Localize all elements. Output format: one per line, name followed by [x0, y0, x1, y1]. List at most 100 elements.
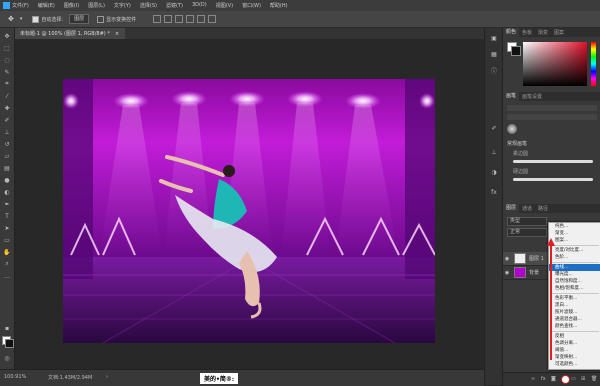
layer-mask-icon[interactable]: ◙: [551, 376, 556, 382]
align-left-icon[interactable]: [186, 15, 195, 23]
panel-icon-strip: ▣ ▦ ⓘ ✐ ⊥ ◑ fx: [484, 28, 503, 385]
color-panel-tabs: 颜色 色板 渐变 图案: [503, 28, 600, 37]
panel-tab[interactable]: 图案: [551, 29, 567, 36]
align-vcenter-icon[interactable]: [164, 15, 173, 23]
document-tab[interactable]: 未标题-1 @ 100% (图层 1, RGB/8#) * ×: [14, 28, 126, 39]
align-right-icon[interactable]: [208, 15, 217, 23]
menu-item[interactable]: 图像(I): [64, 2, 79, 9]
lasso-tool-icon[interactable]: ◌: [3, 56, 11, 64]
adjustments-panel-icon[interactable]: ◑: [490, 168, 498, 176]
panel-tab[interactable]: 画笔: [503, 92, 520, 101]
brush-item[interactable]: 柔边圆: [513, 150, 528, 157]
clone-stamp-tool-icon[interactable]: ⊥: [3, 128, 11, 136]
brush-item[interactable]: 硬边圆: [513, 168, 528, 175]
layers-footer: ∞ fx ◙ ▭ ⊞ 🗑: [503, 372, 600, 386]
panel-tab[interactable]: 色板: [519, 29, 535, 36]
auto-select-checkbox[interactable]: 自动选择:: [32, 15, 63, 23]
tools-panel: ✥ ⬚ ◌ ✎ ⌗ ⁄ ✚ ✐ ⊥ ↺ ▱ ▤ ● ◐ ✒ T ➤ ▭ ✋ ⌕ …: [0, 28, 15, 369]
color-picker-field[interactable]: [523, 42, 587, 86]
move-tool-icon[interactable]: ✥: [8, 15, 14, 23]
link-layers-icon[interactable]: ∞: [531, 376, 535, 382]
eye-icon[interactable]: ◉: [503, 256, 511, 262]
align-hcenter-icon[interactable]: [197, 15, 206, 23]
menu-item[interactable]: 编辑(E): [38, 2, 55, 9]
layer-thumbnail: [514, 267, 526, 278]
pen-tool-icon[interactable]: ✒: [3, 200, 11, 208]
panel-tab[interactable]: 路径: [535, 205, 551, 212]
menu-item[interactable]: 文字(Y): [114, 2, 131, 9]
document-info[interactable]: 文档:1.43M/2.94M: [48, 374, 92, 381]
align-top-icon[interactable]: [153, 15, 162, 23]
styles-panel-icon[interactable]: fx: [490, 188, 498, 196]
new-layer-icon[interactable]: ⊞: [581, 376, 585, 382]
layer-kind-filter[interactable]: 类型: [507, 217, 547, 226]
blur-tool-icon[interactable]: ●: [3, 176, 11, 184]
show-transform-checkbox[interactable]: 显示变换控件: [97, 15, 137, 23]
menu-item[interactable]: 图层(L): [88, 2, 105, 9]
eyedropper-tool-icon[interactable]: ⁄: [3, 92, 11, 100]
hue-slider[interactable]: [591, 42, 596, 86]
zoom-level[interactable]: 100.91%: [4, 374, 26, 380]
move-tool-icon[interactable]: ✥: [3, 32, 11, 40]
background-color-swatch[interactable]: [5, 339, 14, 348]
layer-name: 图层 1: [529, 256, 544, 262]
panel-tab[interactable]: 通道: [519, 205, 535, 212]
healing-brush-tool-icon[interactable]: ✚: [3, 104, 11, 112]
history-panel-icon[interactable]: ▣: [490, 34, 498, 42]
layer-style-icon[interactable]: fx: [541, 376, 546, 382]
close-icon[interactable]: ×: [115, 31, 119, 37]
blend-mode-dropdown[interactable]: 正常: [507, 228, 547, 237]
shape-tool-icon[interactable]: ▭: [3, 236, 11, 244]
align-bottom-icon[interactable]: [175, 15, 184, 23]
status-arrow-icon[interactable]: ›: [106, 374, 108, 380]
group-icon[interactable]: ▭: [571, 376, 576, 382]
panel-tab[interactable]: 画笔设置: [519, 93, 545, 100]
panel-bg-swatch[interactable]: [511, 46, 521, 56]
photoshop-logo-icon[interactable]: [0, 0, 12, 11]
zoom-tool-icon[interactable]: ⌕: [3, 260, 11, 268]
align-buttons: [150, 15, 217, 23]
panel-tab[interactable]: 渐变: [535, 29, 551, 36]
menu-item[interactable]: 窗口(W): [242, 2, 261, 9]
quick-select-tool-icon[interactable]: ✎: [3, 68, 11, 76]
layer-thumbnail: [514, 253, 526, 264]
show-transform-label: 显示变换控件: [106, 16, 137, 23]
eye-icon[interactable]: ◉: [503, 270, 511, 276]
marquee-tool-icon[interactable]: ⬚: [3, 44, 11, 52]
more-tools-icon[interactable]: …: [3, 272, 11, 280]
brush-hardness-slider[interactable]: [507, 114, 597, 120]
type-tool-icon[interactable]: T: [3, 212, 11, 220]
adjustment-layer-icon[interactable]: [561, 375, 570, 384]
crop-tool-icon[interactable]: ⌗: [3, 80, 11, 88]
trash-icon[interactable]: 🗑: [591, 376, 597, 382]
menu-option[interactable]: 纯色...: [549, 223, 600, 230]
history-brush-tool-icon[interactable]: ↺: [3, 140, 11, 148]
gradient-tool-icon[interactable]: ▤: [3, 164, 11, 172]
quick-mask-icon[interactable]: ◎: [3, 354, 11, 362]
brush-group-label[interactable]: 常规画笔: [507, 140, 527, 147]
path-selection-tool-icon[interactable]: ➤: [3, 224, 11, 232]
brush-tool-icon[interactable]: ✐: [3, 116, 11, 124]
menu-item[interactable]: 选择(S): [140, 2, 157, 9]
hand-tool-icon[interactable]: ✋: [3, 248, 11, 256]
panel-tab[interactable]: 图层: [503, 204, 520, 213]
canvas-image[interactable]: [63, 79, 435, 343]
clone-source-icon[interactable]: ⊥: [490, 148, 498, 156]
tool-preset-picker[interactable]: ▾: [20, 16, 23, 22]
menu-item[interactable]: 滤镜(T): [166, 2, 183, 9]
menu-item[interactable]: 文件(F): [12, 2, 29, 9]
eraser-tool-icon[interactable]: ▱: [3, 152, 11, 160]
dodge-tool-icon[interactable]: ◐: [3, 188, 11, 196]
menu-item[interactable]: 帮助(H): [270, 2, 288, 9]
menu-item[interactable]: 视图(V): [216, 2, 233, 9]
default-colors-icon[interactable]: ▪: [3, 324, 11, 332]
brush-settings-icon[interactable]: ✐: [490, 124, 498, 132]
properties-panel-icon[interactable]: ▦: [490, 50, 498, 58]
options-bar: ✥ ▾ 自动选择: 图层 显示变换控件: [0, 11, 600, 28]
info-panel-icon[interactable]: ⓘ: [490, 66, 498, 75]
auto-select-dropdown[interactable]: 图层: [69, 14, 90, 24]
menu-item[interactable]: 3D(D): [192, 2, 207, 9]
menu-separator: [551, 245, 599, 246]
panel-tab[interactable]: 颜色: [503, 28, 520, 37]
brush-size-slider[interactable]: [507, 105, 597, 111]
